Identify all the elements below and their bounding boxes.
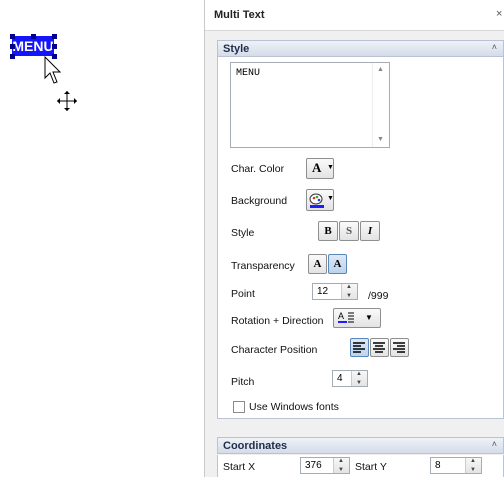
char-color-label: Char. Color (231, 163, 285, 175)
background-button[interactable]: ▼ (306, 189, 334, 211)
pitch-spinner[interactable]: 4 ▲ ▼ (332, 370, 368, 387)
panel-title: Multi Text (214, 9, 265, 21)
selected-text-object[interactable]: MENU (12, 36, 54, 56)
char-color-button[interactable]: A ▼ (306, 158, 334, 179)
align-right-icon (393, 342, 405, 353)
spin-down-icon[interactable]: ▼ (346, 293, 352, 299)
style-section-title: Style (223, 43, 250, 55)
spin-down-icon[interactable]: ▼ (470, 467, 476, 473)
use-windows-fonts-label: Use Windows fonts (249, 401, 339, 413)
align-right-button[interactable] (390, 338, 409, 357)
style-section-header[interactable]: Style ˄ (217, 40, 504, 57)
pitch-value: 4 (337, 373, 343, 384)
transparent-button[interactable]: A (328, 254, 347, 274)
selection-handle[interactable] (10, 54, 15, 59)
italic-button[interactable]: I (360, 221, 380, 241)
selection-handle[interactable] (10, 44, 15, 49)
move-icon (57, 91, 77, 111)
collapse-icon[interactable]: ˄ (492, 439, 497, 449)
design-canvas[interactable]: MENU (0, 0, 204, 477)
spinner-buttons[interactable]: ▲ ▼ (465, 458, 481, 473)
collapse-icon[interactable]: ˄ (492, 42, 497, 52)
start-y-value: 8 (435, 460, 441, 471)
spin-up-icon[interactable]: ▲ (346, 284, 352, 290)
background-label: Background (231, 195, 288, 207)
coordinates-section-header[interactable]: Coordinates ˄ (217, 437, 504, 454)
selection-handle[interactable] (52, 44, 57, 49)
rotation-direction-dropdown[interactable]: A ▼ (333, 308, 381, 328)
scroll-up-icon[interactable]: ▲ (377, 66, 384, 73)
selection-handle[interactable] (10, 34, 15, 39)
background-palette-icon (309, 193, 324, 208)
transparency-label: Transparency (231, 260, 295, 272)
spin-up-icon[interactable]: ▲ (338, 458, 344, 464)
coordinates-section-title: Coordinates (223, 440, 288, 452)
start-x-value: 376 (305, 460, 322, 471)
scroll-down-icon[interactable]: ▼ (377, 136, 384, 143)
dropdown-arrow-icon: ▼ (327, 195, 334, 202)
start-y-spinner[interactable]: 8 ▲ ▼ (430, 457, 482, 474)
dropdown-arrow-icon: ▼ (327, 164, 334, 171)
point-label: Point (231, 288, 255, 300)
align-center-icon (373, 342, 385, 353)
text-input-scrollbar[interactable]: ▲ ▼ (372, 63, 389, 147)
use-windows-fonts-checkbox[interactable] (233, 401, 245, 413)
spin-down-icon[interactable]: ▼ (338, 467, 344, 473)
rotation-label: Rotation + Direction (231, 315, 324, 327)
pitch-label: Pitch (231, 376, 255, 388)
spinner-buttons[interactable]: ▲ ▼ (333, 458, 349, 473)
spin-up-icon[interactable]: ▲ (356, 371, 362, 377)
svg-text:A: A (338, 311, 344, 321)
selection-handle[interactable] (52, 34, 57, 39)
text-input[interactable]: MENU ▲ ▼ (230, 62, 390, 148)
spinner-buttons[interactable]: ▲ ▼ (341, 284, 357, 299)
selection-handle[interactable] (31, 34, 36, 39)
start-x-label: Start X (223, 461, 256, 473)
bold-button[interactable]: B (318, 221, 338, 241)
align-left-icon (353, 342, 365, 353)
shadow-button[interactable]: S (339, 221, 359, 241)
start-x-spinner[interactable]: 376 ▲ ▼ (300, 457, 350, 474)
spin-down-icon[interactable]: ▼ (356, 380, 362, 386)
close-icon[interactable]: × (496, 8, 502, 20)
point-max-label: /999 (368, 290, 389, 302)
spinner-buttons[interactable]: ▲ ▼ (351, 371, 367, 386)
spin-up-icon[interactable]: ▲ (470, 458, 476, 464)
arrow-cursor-icon (44, 56, 62, 84)
dropdown-arrow-icon: ▼ (365, 313, 373, 322)
char-position-label: Character Position (231, 344, 318, 356)
point-value: 12 (317, 286, 329, 297)
font-color-icon: A (312, 160, 322, 175)
align-left-button[interactable] (350, 338, 369, 357)
align-center-button[interactable] (370, 338, 389, 357)
style-label: Style (231, 227, 255, 239)
point-spinner[interactable]: 12 ▲ ▼ (312, 283, 358, 300)
text-direction-icon: A (338, 311, 354, 323)
text-input-value: MENU (236, 68, 261, 79)
panel-titlebar: Multi Text × (205, 0, 504, 31)
start-y-label: Start Y (355, 461, 387, 473)
opaque-button[interactable]: A (308, 254, 327, 274)
